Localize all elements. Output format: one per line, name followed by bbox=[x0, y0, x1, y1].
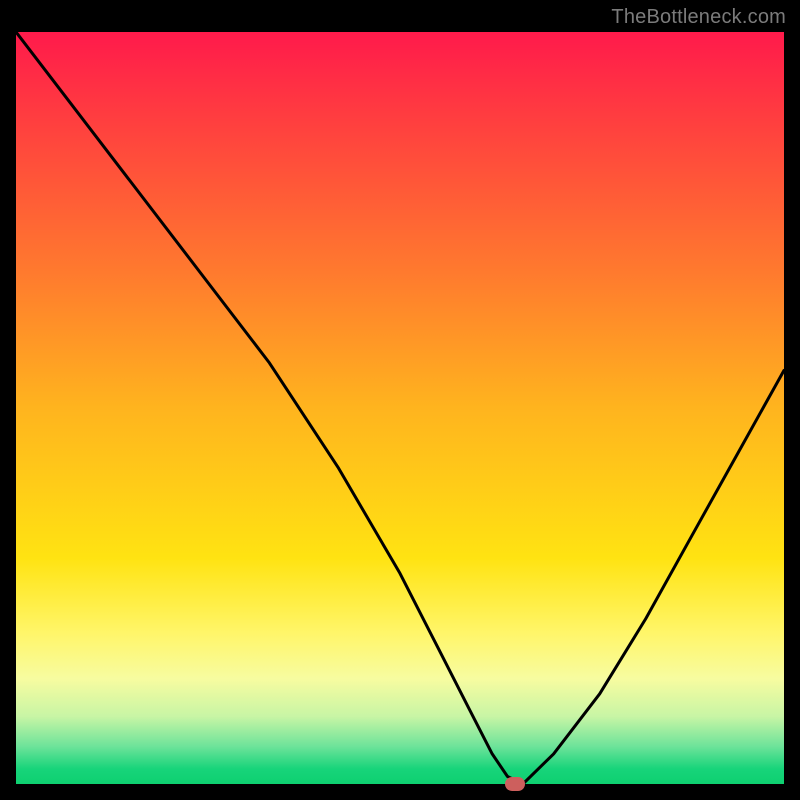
chart-stage: TheBottleneck.com bbox=[0, 0, 800, 800]
optimal-marker bbox=[505, 777, 525, 791]
watermark-text: TheBottleneck.com bbox=[611, 6, 786, 29]
plot-area bbox=[16, 32, 784, 784]
bottleneck-curve bbox=[16, 32, 784, 784]
